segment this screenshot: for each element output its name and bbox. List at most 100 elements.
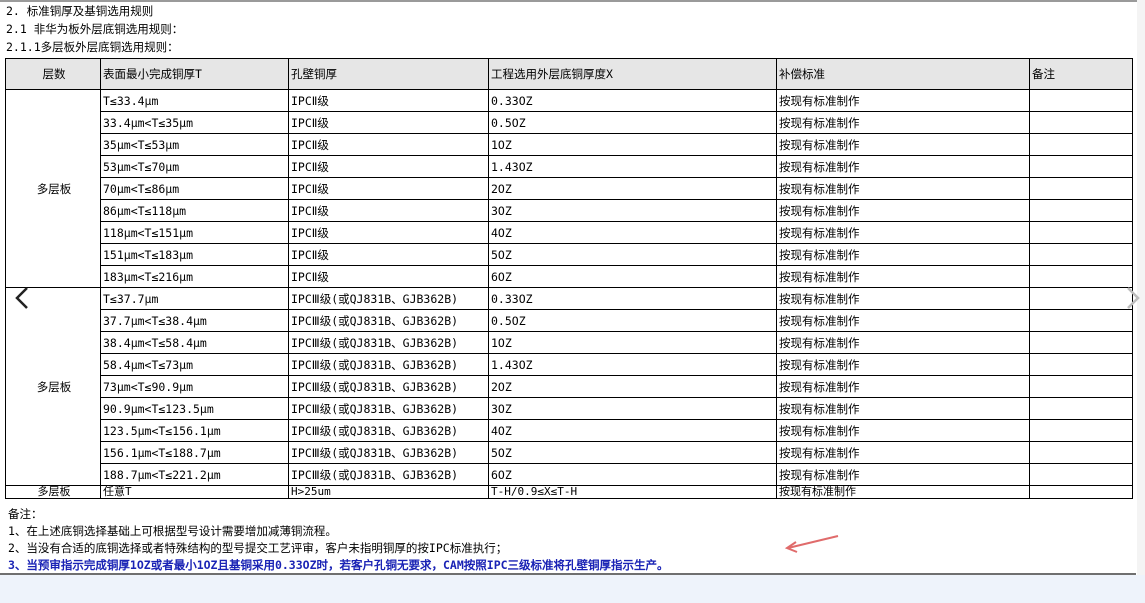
cell-min-thickness: 123.5μm<T≤156.1μm xyxy=(100,419,289,442)
cell-remarks xyxy=(1029,111,1133,134)
notes-title: 备注： xyxy=(8,507,43,521)
table-header-row: 层数 表面最小完成铜厚T 孔壁铜厚 工程选用外层底铜厚度X 补偿标准 备注 xyxy=(5,58,1133,90)
cell-layers: 多层板 xyxy=(5,485,101,499)
page-footer-area xyxy=(0,575,1145,603)
cell-remarks xyxy=(1029,89,1133,112)
cell-min-thickness: 73μm<T≤90.9μm xyxy=(100,375,289,398)
cell-compensation: 按现有标准制作 xyxy=(776,155,1030,178)
cell-remarks xyxy=(1029,397,1133,420)
notes-section: 备注： 1、在上述底铜选择基础上可根据型号设计需要增加减薄铜流程。 2、当没有合… xyxy=(8,506,1128,574)
note-item: 2、当没有合适的底铜选择或者特殊结构的型号提交工艺评审，客户未指明铜厚的按IPC… xyxy=(8,541,508,555)
cell-min-thickness: 118μm<T≤151μm xyxy=(100,221,289,244)
col-header-base-copper: 工程选用外层底铜厚度X xyxy=(488,58,777,90)
cell-remarks xyxy=(1029,309,1133,332)
cell-remarks xyxy=(1029,441,1133,464)
cell-base-copper: 5OZ xyxy=(488,441,777,464)
cell-base-copper: 0.5OZ xyxy=(488,111,777,134)
table-row: 118μm<T≤151μm IPCⅡ级 4OZ 按现有标准制作 xyxy=(6,221,1133,244)
cell-remarks xyxy=(1029,221,1133,244)
chevron-right-icon xyxy=(1127,287,1140,309)
cell-compensation: 按现有标准制作 xyxy=(776,331,1030,354)
table-row: 90.9μm<T≤123.5μm IPCⅢ级(或QJ831B、GJB362B) 3O… xyxy=(6,397,1133,420)
table-row: 58.4μm<T≤73μm IPCⅢ级(或QJ831B、GJB362B) 1.43O… xyxy=(6,353,1133,376)
cell-remarks xyxy=(1029,331,1133,354)
cell-hole-copper: IPCⅢ级(或QJ831B、GJB362B) xyxy=(288,419,489,442)
table-row: 188.7μm<T≤221.2μm IPCⅢ级(或QJ831B、GJB362B) 6… xyxy=(6,463,1133,486)
cell-compensation: 按现有标准制作 xyxy=(776,133,1030,156)
cell-base-copper: 4OZ xyxy=(488,221,777,244)
section-heading: 2. 标准铜厚及基铜选用规则 xyxy=(6,4,154,18)
cell-min-thickness: 151μm<T≤183μm xyxy=(100,243,289,266)
cell-compensation: 按现有标准制作 xyxy=(776,265,1030,288)
cell-remarks xyxy=(1029,155,1133,178)
col-header-compensation: 补偿标准 xyxy=(776,58,1030,90)
cell-hole-copper: IPCⅢ级(或QJ831B、GJB362B) xyxy=(288,463,489,486)
table-row: 35μm<T≤53μm IPCⅡ级 1OZ 按现有标准制作 xyxy=(6,133,1133,156)
cell-hole-copper: IPCⅢ级(或QJ831B、GJB362B) xyxy=(288,287,489,310)
cell-remarks xyxy=(1029,485,1133,499)
table-row: 38.4μm<T≤58.4μm IPCⅢ级(或QJ831B、GJB362B) 1OZ… xyxy=(6,331,1133,354)
cell-hole-copper: IPCⅡ级 xyxy=(288,199,489,222)
cell-hole-copper: IPCⅡ级 xyxy=(288,133,489,156)
cell-min-thickness: 58.4μm<T≤73μm xyxy=(100,353,289,376)
cell-min-thickness: 35μm<T≤53μm xyxy=(100,133,289,156)
cell-base-copper: 0.33OZ xyxy=(488,287,777,310)
cell-base-copper: 3OZ xyxy=(488,397,777,420)
table-row: 多层板 T≤33.4μm IPCⅡ级 0.33OZ 按现有标准制作 xyxy=(5,89,1133,288)
cell-min-thickness: 86μm<T≤118μm xyxy=(100,199,289,222)
cell-hole-copper: IPCⅢ级(或QJ831B、GJB362B) xyxy=(288,331,489,354)
cell-min-thickness: 188.7μm<T≤221.2μm xyxy=(100,463,289,486)
subsection-heading: 2.1 非华为板外层底铜选用规则： xyxy=(6,22,184,36)
table-row: 33.4μm<T≤35μm IPCⅡ级 0.5OZ 按现有标准制作 xyxy=(6,111,1133,134)
next-button[interactable] xyxy=(1121,283,1145,313)
cell-compensation: 按现有标准制作 xyxy=(776,485,1030,499)
table-row: 70μm<T≤86μm IPCⅡ级 2OZ 按现有标准制作 xyxy=(6,177,1133,200)
sub-subsection-heading: 2.1.1多层板外层底铜选用规则： xyxy=(6,40,179,54)
cell-hole-copper: IPCⅡ级 xyxy=(288,265,489,288)
cell-hole-copper: IPCⅡ级 xyxy=(288,111,489,134)
col-header-hole-copper: 孔壁铜厚 xyxy=(288,58,489,90)
cell-base-copper: 0.5OZ xyxy=(488,309,777,332)
copper-rules-table: 层数 表面最小完成铜厚T 孔壁铜厚 工程选用外层底铜厚度X 补偿标准 备注 多层… xyxy=(5,58,1133,499)
previous-button[interactable] xyxy=(10,283,34,313)
cell-compensation: 按现有标准制作 xyxy=(776,419,1030,442)
cell-min-thickness: T≤33.4μm xyxy=(100,89,289,112)
table-row: 123.5μm<T≤156.1μm IPCⅢ级(或QJ831B、GJB362B) 4… xyxy=(6,419,1133,442)
table-body: 多层板 T≤33.4μm IPCⅡ级 0.33OZ 按现有标准制作 33.4μm<T≤35… xyxy=(5,89,1133,499)
cell-base-copper: T-H/0.9≤X≤T-H xyxy=(488,485,777,499)
cell-base-copper: 0.33OZ xyxy=(488,89,777,112)
cell-base-copper: 5OZ xyxy=(488,243,777,266)
cell-remarks xyxy=(1029,353,1133,376)
cell-base-copper: 6OZ xyxy=(488,463,777,486)
chevron-left-icon xyxy=(15,287,28,309)
cell-compensation: 按现有标准制作 xyxy=(776,397,1030,420)
top-border xyxy=(0,0,1145,2)
cell-min-thickness: 156.1μm<T≤188.7μm xyxy=(100,441,289,464)
cell-base-copper: 1.43OZ xyxy=(488,353,777,376)
cell-hole-copper: IPCⅡ级 xyxy=(288,155,489,178)
cell-hole-copper: IPCⅡ级 xyxy=(288,243,489,266)
cell-remarks xyxy=(1029,463,1133,486)
cell-layers: 多层板 xyxy=(5,287,101,486)
table-row: 37.7μm<T≤38.4μm IPCⅢ级(或QJ831B、GJB362B) 0.5… xyxy=(6,309,1133,332)
cell-base-copper: 4OZ xyxy=(488,419,777,442)
table-row: 156.1μm<T≤188.7μm IPCⅢ级(或QJ831B、GJB362B) 5… xyxy=(6,441,1133,464)
cell-base-copper: 2OZ xyxy=(488,177,777,200)
note-item: 1、在上述底铜选择基础上可根据型号设计需要增加减薄铜流程。 xyxy=(8,524,337,538)
cell-compensation: 按现有标准制作 xyxy=(776,89,1030,112)
table-row: 多层板 T≤37.7μm IPCⅢ级(或QJ831B、GJB362B) 0.33OZ 按… xyxy=(5,287,1133,486)
cell-base-copper: 1OZ xyxy=(488,133,777,156)
cell-remarks xyxy=(1029,287,1133,310)
cell-min-thickness: 70μm<T≤86μm xyxy=(100,177,289,200)
col-header-layers: 层数 xyxy=(5,58,101,90)
col-header-remarks: 备注 xyxy=(1029,58,1133,90)
cell-hole-copper: IPCⅢ级(或QJ831B、GJB362B) xyxy=(288,397,489,420)
cell-remarks xyxy=(1029,243,1133,266)
cell-remarks xyxy=(1029,419,1133,442)
cell-compensation: 按现有标准制作 xyxy=(776,177,1030,200)
cell-hole-copper: IPCⅢ级(或QJ831B、GJB362B) xyxy=(288,353,489,376)
cell-min-thickness: T≤37.7μm xyxy=(100,287,289,310)
cell-hole-copper: IPCⅢ级(或QJ831B、GJB362B) xyxy=(288,441,489,464)
cell-compensation: 按现有标准制作 xyxy=(776,463,1030,486)
cell-remarks xyxy=(1029,265,1133,288)
